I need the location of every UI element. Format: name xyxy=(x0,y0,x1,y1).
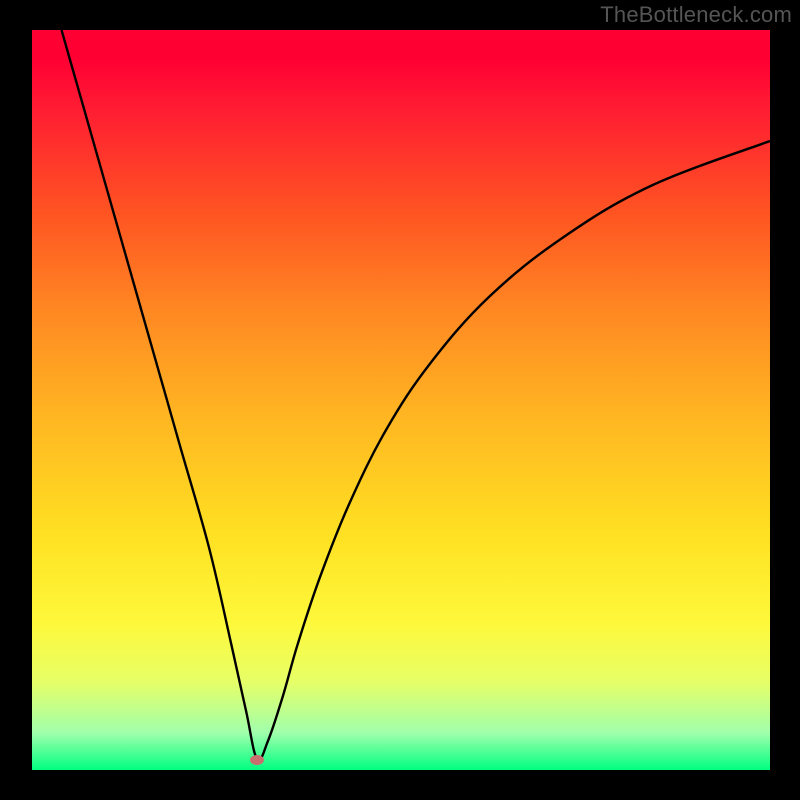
plot-area xyxy=(32,30,770,770)
curve-svg xyxy=(32,30,770,770)
bottleneck-curve xyxy=(62,30,770,760)
optimum-marker xyxy=(250,755,264,765)
chart-frame: TheBottleneck.com xyxy=(0,0,800,800)
watermark-text: TheBottleneck.com xyxy=(600,2,792,28)
